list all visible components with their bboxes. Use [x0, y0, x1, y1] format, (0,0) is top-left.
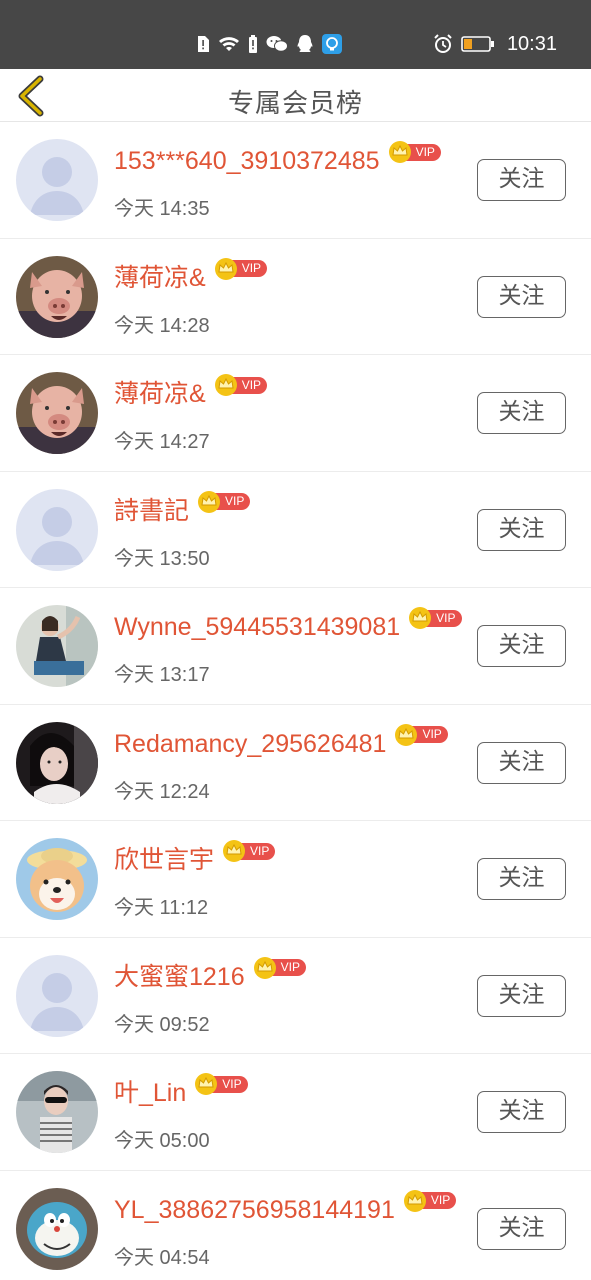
- vip-badge: VIP: [197, 490, 251, 514]
- name-line: 詩書記 VIP: [114, 490, 251, 528]
- vip-badge: VIP: [214, 373, 268, 397]
- user-name[interactable]: Wynne_59445531439081: [114, 610, 400, 644]
- sim-alert-icon: [198, 36, 209, 52]
- page-title: 专属会员榜: [227, 89, 363, 119]
- visit-time: 今天 14:27: [114, 431, 210, 453]
- avatar-shiba-dog[interactable]: [16, 838, 98, 920]
- follow-button[interactable]: 关注: [477, 858, 566, 900]
- visit-time: 今天 05:00: [114, 1130, 210, 1152]
- vip-badge: VIP: [403, 1189, 457, 1213]
- avatar-woman-sitting[interactable]: [16, 605, 98, 687]
- clock: 10:31: [506, 32, 557, 55]
- list-item[interactable]: 153***640_3910372485 VIP 今天 14:35 关注: [0, 122, 591, 239]
- list-item[interactable]: YL_38862756958144191 VIP 今天 04:54 关注: [0, 1171, 591, 1280]
- crown-icon: [395, 723, 418, 746]
- name-line: 欣世言宇 VIP: [114, 840, 276, 877]
- crown-icon: [403, 1189, 426, 1212]
- user-name[interactable]: YL_38862756958144191: [114, 1193, 395, 1227]
- qq-icon: [297, 35, 313, 52]
- vip-badge: VIP: [253, 956, 306, 980]
- follow-button[interactable]: 关注: [477, 625, 566, 667]
- list-item[interactable]: 薄荷凉& VIP 今天 14:27 关注: [0, 355, 591, 472]
- status-right: 10:31: [433, 32, 557, 56]
- list-item[interactable]: 大蜜蜜1216 VIP 今天 09:52 关注: [0, 938, 591, 1054]
- avatar-default[interactable]: [16, 139, 98, 221]
- list-item[interactable]: Wynne_59445531439081 VIP 今天 13:17 关注: [0, 588, 591, 705]
- user-name[interactable]: 薄荷凉&: [114, 261, 206, 295]
- vip-badge: VIP: [194, 1072, 248, 1096]
- follow-button[interactable]: 关注: [477, 1207, 566, 1250]
- wechat-icon: [266, 36, 288, 52]
- name-line: Redamancy_295626481 VIP: [114, 723, 448, 761]
- crown-icon: [198, 490, 221, 513]
- follow-button[interactable]: 关注: [477, 741, 566, 784]
- user-name[interactable]: 大蜜蜜1216: [114, 960, 245, 994]
- crown-icon: [253, 956, 276, 979]
- avatar-woman-sunglasses[interactable]: [16, 1071, 98, 1153]
- visit-time: 今天 13:17: [114, 664, 210, 686]
- list-item[interactable]: 薄荷凉& VIP 今天 14:28 关注: [0, 239, 591, 355]
- avatar-default[interactable]: [16, 488, 98, 571]
- name-line: 大蜜蜜1216 VIP: [114, 956, 306, 994]
- crown-icon: [388, 141, 411, 163]
- visit-time: 今天 12:24: [114, 780, 210, 803]
- vip-badge: VIP: [394, 723, 448, 747]
- avatar-pig[interactable]: [16, 255, 98, 338]
- name-line: YL_38862756958144191 VIP: [114, 1189, 457, 1227]
- user-name[interactable]: 153***640_3910372485: [114, 144, 380, 178]
- status-bar: 10:31: [0, 0, 591, 69]
- follow-button[interactable]: 关注: [477, 974, 566, 1017]
- name-line: 叶_Lin VIP: [114, 1073, 248, 1110]
- vip-badge: VIP: [222, 839, 276, 863]
- follow-button[interactable]: 关注: [477, 1091, 566, 1133]
- battery-small-icon: [249, 35, 257, 53]
- header: 专属会员榜: [0, 69, 591, 122]
- list-item[interactable]: 叶_Lin VIP 今天 05:00 关注: [0, 1054, 591, 1171]
- name-line: 薄荷凉& VIP: [114, 374, 268, 411]
- visit-time: 今天 11:12: [114, 897, 209, 919]
- crown-icon: [214, 257, 237, 280]
- name-line: Wynne_59445531439081 VIP: [114, 607, 462, 644]
- alarm-icon: [434, 34, 452, 53]
- vip-badge: VIP: [408, 606, 462, 630]
- name-line: 153***640_3910372485 VIP: [114, 141, 441, 178]
- follow-button[interactable]: 关注: [477, 159, 566, 201]
- visit-time: 今天 04:54: [114, 1246, 210, 1269]
- crown-icon: [223, 840, 246, 862]
- vip-badge: VIP: [388, 140, 441, 164]
- user-name[interactable]: Redamancy_295626481: [114, 727, 386, 761]
- follow-button[interactable]: 关注: [477, 275, 566, 318]
- follow-button[interactable]: 关注: [477, 392, 566, 434]
- vip-badge: VIP: [214, 257, 268, 281]
- name-line: 薄荷凉& VIP: [114, 257, 268, 295]
- wifi-icon: [219, 37, 239, 51]
- list-item[interactable]: Redamancy_295626481 VIP 今天 12:24 关注: [0, 705, 591, 821]
- visit-time: 今天 14:28: [114, 314, 210, 337]
- user-name[interactable]: 叶_Lin: [114, 1076, 186, 1110]
- member-list: 153***640_3910372485 VIP 今天 14:35 关注 薄荷凉…: [0, 122, 591, 1280]
- app-icon: [322, 34, 342, 54]
- list-item[interactable]: 詩書記 VIP 今天 13:50 关注: [0, 472, 591, 588]
- user-name[interactable]: 詩書記: [114, 494, 189, 528]
- crown-icon: [195, 1073, 218, 1095]
- avatar-default[interactable]: [16, 954, 98, 1037]
- avatar-pig[interactable]: [16, 372, 98, 454]
- battery-icon: [461, 36, 494, 52]
- user-name[interactable]: 欣世言宇: [114, 843, 214, 877]
- visit-time: 今天 14:35: [114, 198, 210, 220]
- visit-time: 今天 09:52: [114, 1013, 210, 1036]
- follow-button[interactable]: 关注: [477, 508, 566, 551]
- notification-icons: [196, 33, 342, 55]
- crown-icon: [409, 607, 432, 629]
- user-name[interactable]: 薄荷凉&: [114, 377, 206, 411]
- crown-icon: [214, 374, 237, 396]
- visit-time: 今天 13:50: [114, 547, 210, 570]
- list-item[interactable]: 欣世言宇 VIP 今天 11:12 关注: [0, 821, 591, 938]
- avatar-doraemon-plush[interactable]: [16, 1187, 98, 1270]
- avatar-woman-dark[interactable]: [16, 721, 98, 804]
